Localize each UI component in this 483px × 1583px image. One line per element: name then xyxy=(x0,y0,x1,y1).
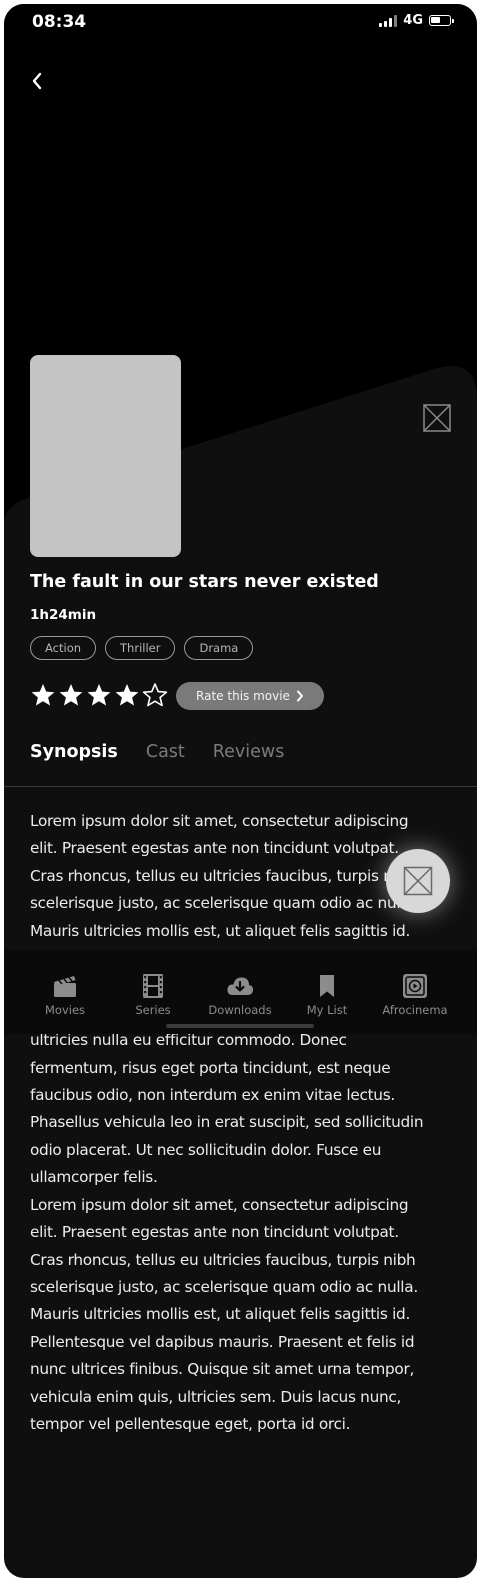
nav-item-my-list[interactable]: My List xyxy=(287,972,367,1017)
synopsis-text: Lorem ipsum dolor sit amet, consectetur … xyxy=(30,812,424,1433)
image-placeholder-icon xyxy=(403,866,433,896)
star-empty-icon[interactable] xyxy=(142,682,168,708)
tab-cast[interactable]: Cast xyxy=(146,742,185,762)
clapperboard-icon xyxy=(51,972,79,1000)
nav-item-downloads[interactable]: Downloads xyxy=(200,972,280,1017)
rate-movie-label: Rate this movie xyxy=(196,689,290,703)
back-button[interactable] xyxy=(22,66,52,96)
movie-poster xyxy=(30,355,181,557)
star-rating[interactable] xyxy=(30,682,168,708)
star-filled-icon[interactable] xyxy=(58,682,84,708)
status-indicators: 4G xyxy=(379,13,454,28)
status-time: 08:34 xyxy=(32,12,87,32)
nav-item-afrocinema[interactable]: Afrocinema xyxy=(375,972,455,1017)
star-filled-icon[interactable] xyxy=(86,682,112,708)
chevron-left-icon xyxy=(32,72,42,90)
film-strip-icon xyxy=(139,972,167,1000)
movie-title: The fault in our stars never existed xyxy=(30,572,379,592)
bookmark-icon xyxy=(313,972,341,1000)
tabs-divider xyxy=(4,786,477,787)
rate-movie-button[interactable]: Rate this movie xyxy=(176,682,324,710)
detail-tabs: Synopsis Cast Reviews xyxy=(30,742,312,762)
nav-item-movies[interactable]: Movies xyxy=(25,972,105,1017)
tab-reviews[interactable]: Reviews xyxy=(213,742,285,762)
nav-label-downloads: Downloads xyxy=(208,1003,272,1017)
network-label: 4G xyxy=(403,13,423,28)
star-filled-icon[interactable] xyxy=(114,682,140,708)
genre-tag[interactable]: Drama xyxy=(184,636,254,660)
movie-duration: 1h24min xyxy=(30,607,97,623)
star-filled-icon[interactable] xyxy=(30,682,56,708)
genre-tags: Action Thriller Drama xyxy=(30,636,254,660)
bottom-navigation: Movies Series Downloads My List Afrocine… xyxy=(4,950,477,1034)
chevron-right-icon xyxy=(296,690,303,702)
signal-icon xyxy=(379,14,398,27)
play-tile-icon xyxy=(401,972,429,1000)
genre-tag[interactable]: Action xyxy=(30,636,97,660)
image-placeholder-icon[interactable] xyxy=(423,404,451,432)
nav-label-series: Series xyxy=(135,1003,171,1017)
genre-tag[interactable]: Thriller xyxy=(105,636,176,660)
home-indicator xyxy=(166,1024,314,1028)
floating-action-button[interactable] xyxy=(386,849,450,913)
nav-label-my-list: My List xyxy=(306,1003,348,1017)
nav-label-afrocinema: Afrocinema xyxy=(382,1003,448,1017)
nav-label-movies: Movies xyxy=(44,1003,86,1017)
nav-item-series[interactable]: Series xyxy=(113,972,193,1017)
phone-screen: 08:34 4G The fault in our stars never ex… xyxy=(4,4,477,1578)
tab-synopsis[interactable]: Synopsis xyxy=(30,742,118,762)
battery-icon xyxy=(429,15,454,26)
cloud-download-icon xyxy=(226,972,254,1000)
